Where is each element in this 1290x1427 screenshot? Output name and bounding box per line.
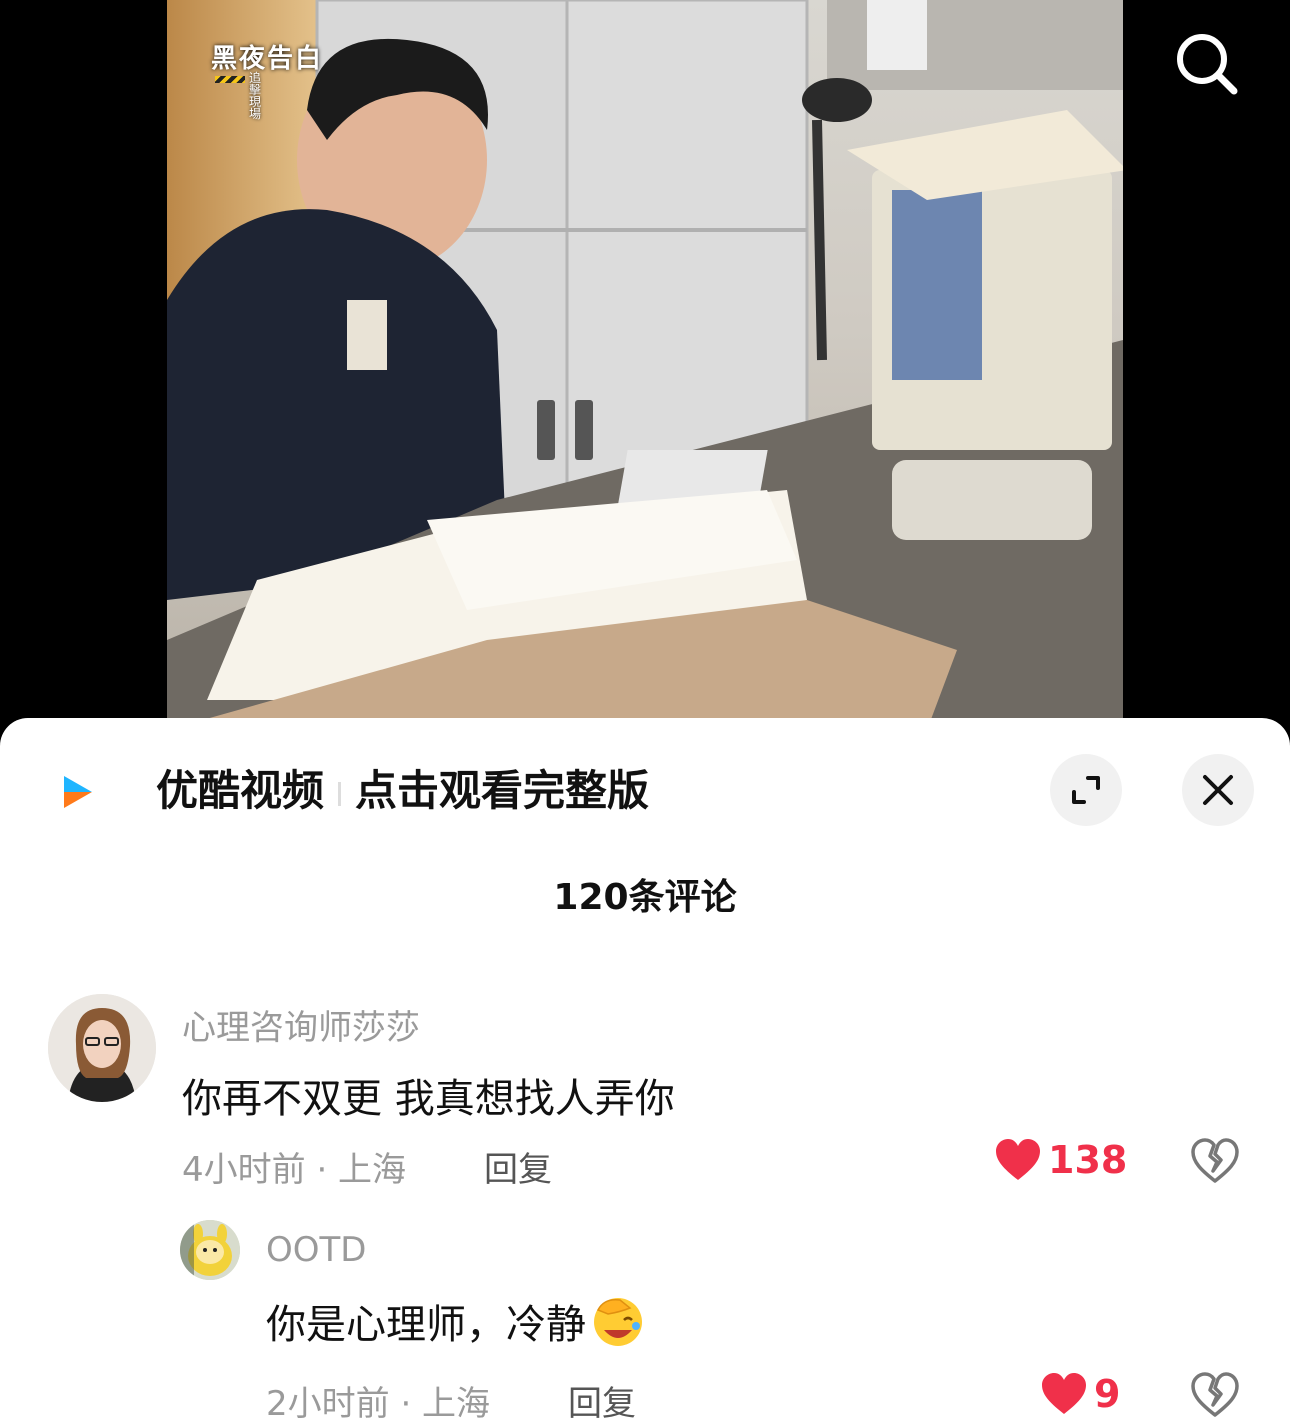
comment-text: 你是心理师，冷静 [266, 1292, 646, 1350]
search-button[interactable] [1170, 28, 1242, 100]
watermark-subtitle: 追擊現場 [249, 71, 262, 121]
search-icon [1177, 34, 1238, 95]
comment-username[interactable]: 心理咨询师莎莎 [182, 1000, 420, 1049]
heart-icon [1042, 1373, 1086, 1414]
comment-text-content: 你是心理师，冷静 [266, 1302, 586, 1348]
video-player[interactable]: 黑夜告白 追擊現場 [0, 0, 1290, 730]
ad-brand: 优酷视频 [156, 766, 325, 815]
expand-icon [1072, 776, 1100, 804]
reply-button[interactable]: 回复 [484, 1142, 552, 1191]
user-avatar-image [48, 994, 156, 1102]
like-button[interactable]: 9 [1040, 1372, 1120, 1416]
video-frame[interactable]: 黑夜告白 追擊現場 [167, 0, 1123, 730]
comment-time-location: 4小时前 · 上海 [182, 1150, 407, 1190]
watermark-stripe [215, 76, 245, 83]
youku-logo-icon [64, 776, 92, 808]
dislike-button[interactable] [1190, 1372, 1240, 1422]
comment-item: 心理咨询师莎莎 你再不双更 我真想找人弄你 4小时前 · 上海 回复 138 [0, 994, 1290, 1194]
broken-heart-icon [1191, 1372, 1239, 1417]
avatar[interactable] [48, 994, 156, 1102]
ad-text[interactable]: 优酷视频 点击观看完整版 [156, 764, 649, 818]
like-count: 9 [1094, 1372, 1121, 1416]
laughing-facepalm-emoji-icon [594, 1298, 642, 1346]
channel-watermark: 黑夜告白 [211, 44, 324, 74]
comment-username[interactable]: OOTD [266, 1230, 366, 1270]
reply-button[interactable]: 回复 [568, 1376, 636, 1425]
like-count: 138 [1048, 1138, 1128, 1182]
ad-divider [338, 781, 342, 806]
like-button[interactable]: 138 [994, 1138, 1127, 1182]
ad-cta: 点击观看完整版 [355, 766, 650, 815]
broken-heart-icon [1191, 1138, 1239, 1183]
comment-count-title: 120条评论 [553, 877, 737, 918]
close-button[interactable] [1182, 754, 1254, 826]
video-still-image [167, 0, 1123, 730]
dislike-button[interactable] [1190, 1138, 1240, 1188]
expand-button[interactable] [1050, 754, 1122, 826]
user-avatar-image [180, 1220, 240, 1280]
comments-sheet: 优酷视频 点击观看完整版 120条评论 心理咨询师莎莎 你再不双更 我真想找人弄… [0, 718, 1290, 1427]
ad-banner[interactable]: 优酷视频 点击观看完整版 [0, 754, 1290, 828]
comment-reply-item: OOTD 你是心理师，冷静 2小时前 · 上海 回复 9 [0, 1218, 1290, 1424]
comment-time-location: 2小时前 · 上海 [266, 1384, 491, 1424]
avatar[interactable] [180, 1220, 240, 1280]
close-icon [1203, 775, 1233, 805]
comment-text: 你再不双更 我真想找人弄你 [182, 1076, 675, 1122]
heart-icon [996, 1139, 1040, 1180]
